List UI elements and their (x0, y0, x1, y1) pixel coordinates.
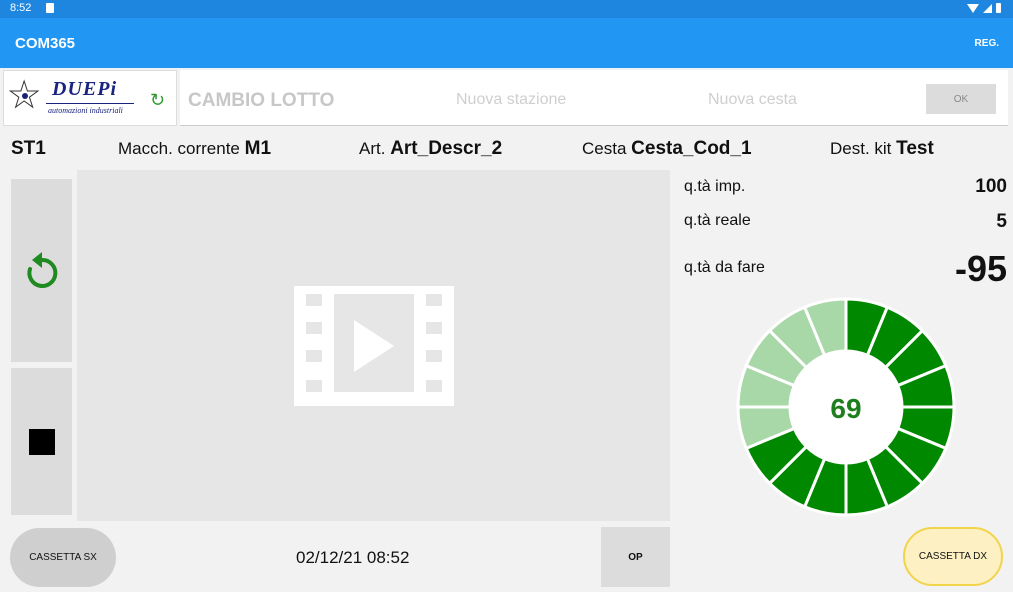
sd-card-icon (46, 3, 54, 13)
articolo: Art. Art_Descr_2 (359, 138, 502, 160)
app-title: COM365 (15, 35, 76, 52)
quantities-panel: q.tà imp. 100 q.tà reale 5 q.tà da fare … (676, 170, 1013, 520)
dest-value: Test (896, 138, 934, 159)
logo-subtitle: automazioni industriali (48, 106, 123, 115)
stop-button[interactable] (11, 368, 72, 515)
reg-button[interactable]: REG. (975, 38, 999, 49)
video-play-icon (294, 286, 454, 406)
macch-label: Macch. corrente (118, 139, 240, 158)
replay-icon (26, 251, 57, 288)
battery-icon (996, 3, 1001, 13)
qta-reale-value: 5 (996, 211, 1007, 232)
progress-gauge: 69 (736, 297, 956, 517)
cesta-label: Cesta (582, 139, 627, 158)
status-time: 8:52 (10, 2, 32, 14)
gauge-value: 69 (830, 393, 861, 424)
status-bar: 8:52 (0, 0, 1013, 18)
wifi-icon (967, 3, 979, 13)
video-area[interactable] (77, 170, 670, 521)
station-label: ST1 (11, 138, 46, 160)
app-bar: COM365 REG. (0, 18, 1013, 68)
macch-value: M1 (244, 138, 272, 159)
datetime: 02/12/21 08:52 (296, 548, 410, 567)
op-button[interactable]: OP (601, 527, 670, 587)
cassetta-sx-button[interactable]: CASSETTA SX (10, 528, 116, 587)
logo-brand: DUEPi (52, 78, 117, 100)
dest-kit: Dest. kit Test (830, 138, 934, 160)
station-value: ST1 (11, 138, 46, 159)
qta-dafare-value: -95 (954, 248, 1007, 289)
qta-reale-label: q.tà reale (684, 212, 751, 229)
cesta-value: Cesta_Cod_1 (631, 138, 752, 159)
art-value: Art_Descr_2 (390, 138, 503, 159)
info-row: ST1 Macch. corrente M1 Art. Art_Descr_2 … (0, 134, 1013, 164)
signal-icon (983, 3, 992, 13)
refresh-icon[interactable]: ↻ (150, 90, 165, 111)
cassetta-dx-button[interactable]: CASSETTA DX (903, 527, 1003, 586)
nuova-cesta-field[interactable]: Nuova cesta (708, 91, 797, 109)
cambio-lotto-title: CAMBIO LOTTO (188, 90, 335, 111)
qta-imp-value: 100 (975, 176, 1007, 197)
cambio-lotto-panel: CAMBIO LOTTO Nuova stazione Nuova cesta … (180, 70, 1008, 126)
lotto-row: ★ DUEPi automazioni industriali ↻ CAMBIO… (0, 68, 1013, 128)
system-icons (967, 3, 1001, 13)
qta-imp-label: q.tà imp. (684, 178, 746, 195)
logo-dot (22, 93, 28, 99)
replay-button[interactable] (11, 179, 72, 362)
qta-dafare-label: q.tà da fare (684, 259, 765, 276)
nuova-stazione-field[interactable]: Nuova stazione (456, 91, 566, 109)
stop-icon (28, 428, 55, 455)
art-label: Art. (359, 139, 386, 158)
logo-divider (46, 103, 134, 104)
ok-button[interactable]: OK (926, 84, 996, 114)
dest-label: Dest. kit (830, 139, 892, 158)
macchina-corrente: Macch. corrente M1 (118, 138, 271, 160)
cesta: Cesta Cesta_Cod_1 (582, 138, 752, 160)
